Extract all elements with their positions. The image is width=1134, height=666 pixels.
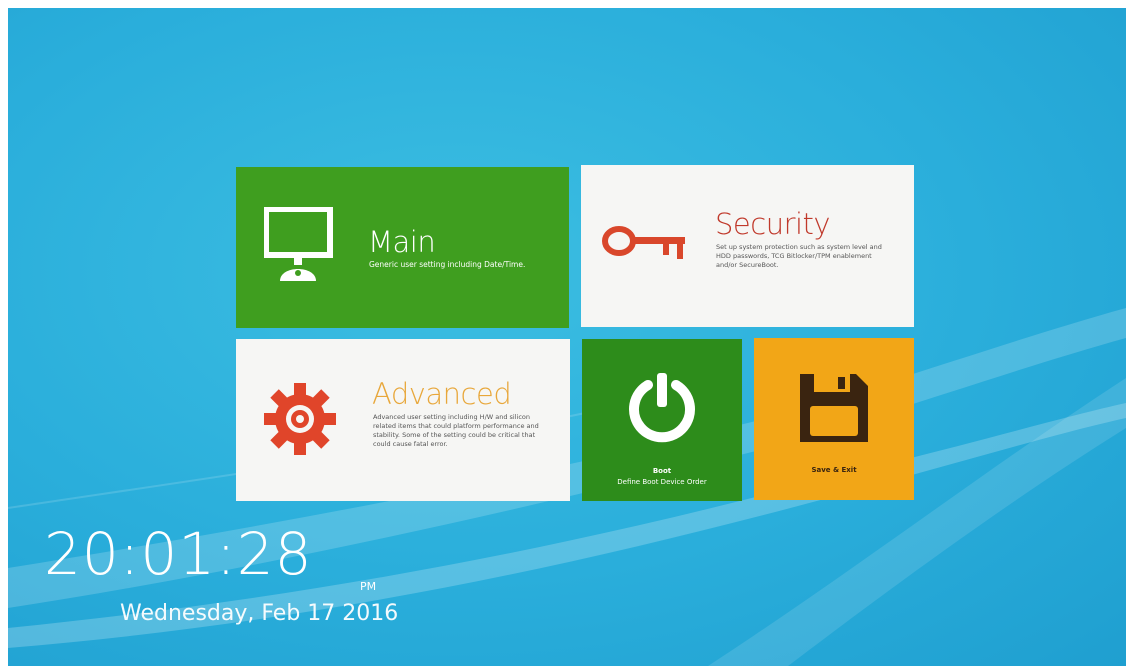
monitor-icon <box>263 206 336 289</box>
power-icon <box>624 369 700 449</box>
tile-security[interactable]: Security Set up system protection such a… <box>581 165 914 327</box>
tile-description: Advanced user setting including H/W and … <box>373 413 539 448</box>
tile-boot[interactable]: Boot Define Boot Device Order <box>582 339 742 501</box>
tile-title: Main <box>368 225 436 259</box>
tile-main[interactable]: Main Generic user setting including Date… <box>236 167 569 328</box>
clock-time: 20:01:28 <box>44 520 313 588</box>
clock-date: Wednesday, Feb 17 2016 <box>120 601 399 626</box>
gear-icon <box>262 381 338 461</box>
tile-description: Define Boot Device Order <box>617 478 707 486</box>
tile-title: Save & Exit <box>811 466 857 474</box>
tile-title: Security <box>715 207 831 241</box>
tile-title: Boot <box>652 467 672 475</box>
tile-title: Advanced <box>372 377 512 411</box>
tile-advanced[interactable]: Advanced Advanced user setting including… <box>236 339 570 501</box>
tile-save-exit[interactable]: Save & Exit <box>754 338 914 500</box>
bios-screen: Main Generic user setting including Date… <box>8 8 1126 666</box>
tile-description: Generic user setting including Date/Time… <box>369 260 526 269</box>
clock-ampm: PM <box>360 580 377 593</box>
tile-description: Set up system protection such as system … <box>716 243 882 269</box>
key-icon <box>601 223 691 267</box>
floppy-disk-icon <box>796 370 872 450</box>
